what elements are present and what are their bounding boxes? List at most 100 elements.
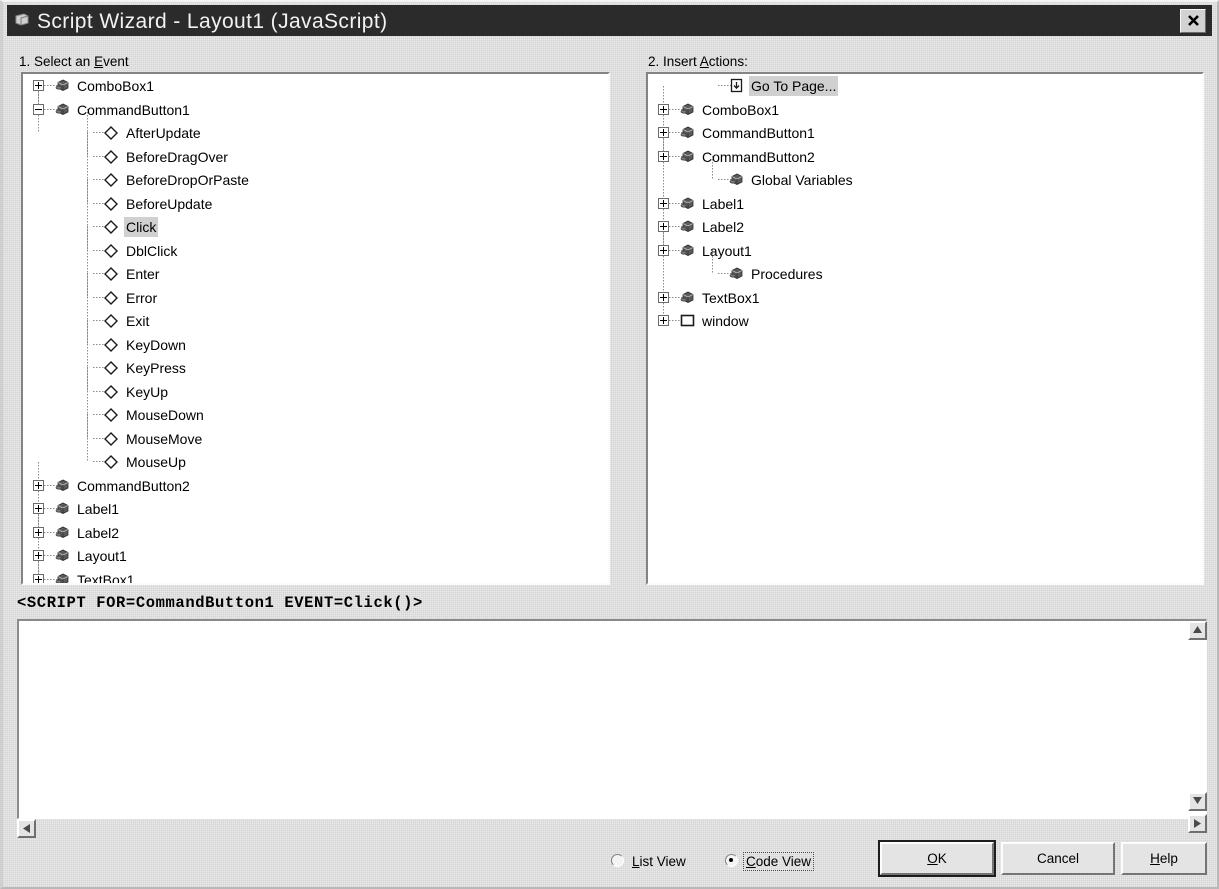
radio-list-view-indicator[interactable] [611, 854, 624, 867]
tree-row[interactable]: Label1 [648, 192, 1202, 216]
tree-item-label[interactable]: AfterUpdate [124, 123, 203, 143]
tree-item-label[interactable]: BeforeDropOrPaste [124, 170, 251, 190]
tree-item-label[interactable]: Layout1 [700, 241, 754, 261]
expand-icon[interactable] [33, 80, 44, 91]
tree-item-label[interactable]: MouseDown [124, 405, 206, 425]
scroll-left-icon[interactable] [17, 819, 36, 838]
tree-row[interactable]: KeyPress [23, 356, 608, 380]
expand-icon[interactable] [658, 315, 669, 326]
code-editor[interactable] [17, 619, 1207, 819]
tree-row[interactable]: Exit [23, 309, 608, 333]
tree-item-label[interactable]: DblClick [124, 241, 179, 261]
scroll-right-icon[interactable] [1188, 814, 1207, 833]
expand-icon[interactable] [658, 150, 669, 162]
expand-icon[interactable] [658, 221, 669, 232]
tree-item-label[interactable]: CommandButton2 [700, 147, 817, 167]
tree-item-label[interactable]: Error [124, 288, 159, 308]
tree-item-label[interactable]: Layout1 [75, 546, 129, 566]
expand-icon[interactable] [658, 103, 669, 115]
scroll-up-icon[interactable] [1188, 621, 1207, 640]
tree-row[interactable]: Label2 [23, 521, 608, 545]
close-icon[interactable] [1180, 9, 1206, 33]
tree-row[interactable]: BeforeDragOver [23, 145, 608, 169]
tree-row[interactable]: BeforeDropOrPaste [23, 168, 608, 192]
tree-row[interactable]: AfterUpdate [23, 121, 608, 145]
tree-row[interactable]: MouseUp [23, 450, 608, 474]
tree-row[interactable]: TextBox1 [23, 568, 608, 584]
ok-button[interactable]: OK [878, 840, 996, 877]
tree-item-label[interactable]: Exit [124, 311, 151, 331]
tree-row[interactable]: TextBox1 [648, 286, 1202, 310]
tree-item-label[interactable]: KeyUp [124, 382, 170, 402]
expand-icon[interactable] [33, 479, 44, 491]
expand-icon[interactable] [658, 127, 669, 138]
tree-item-label[interactable]: MouseUp [124, 452, 188, 472]
tree-item-label[interactable]: window [700, 311, 751, 331]
tree-item-label[interactable]: Label2 [75, 523, 121, 543]
cancel-button-label: ancel [1046, 851, 1080, 866]
tree-item-label[interactable]: Go To Page... [749, 76, 839, 96]
tree-item-label[interactable]: KeyDown [124, 335, 188, 355]
tree-row[interactable]: BeforeUpdate [23, 192, 608, 216]
tree-row[interactable]: window [648, 309, 1202, 333]
tree-row[interactable]: CommandButton1 [648, 121, 1202, 145]
tree-item-label[interactable]: CommandButton1 [700, 123, 817, 143]
tree-item-label[interactable]: CommandButton2 [75, 476, 192, 496]
tree-item-label[interactable]: Label1 [700, 194, 746, 214]
expand-icon[interactable] [658, 244, 669, 256]
tree-row[interactable]: ComboBox1 [23, 74, 608, 98]
scroll-down-icon[interactable] [1188, 792, 1207, 811]
radio-code-view-indicator[interactable] [725, 854, 738, 867]
tree-item-label[interactable]: ComboBox1 [75, 76, 156, 96]
tree-item-label[interactable]: Click [124, 217, 159, 237]
cancel-button[interactable]: Cancel [1001, 842, 1115, 875]
expand-icon[interactable] [33, 526, 44, 538]
tree-row[interactable]: CommandButton2 [23, 474, 608, 498]
tree-row[interactable]: Layout1 [23, 544, 608, 568]
tree-row[interactable]: KeyUp [23, 380, 608, 404]
tree-item-label[interactable]: TextBox1 [700, 288, 762, 308]
expand-icon[interactable] [33, 573, 44, 583]
event-icon [104, 267, 118, 281]
help-button[interactable]: Help [1121, 842, 1207, 875]
event-icon [104, 173, 118, 187]
expand-icon[interactable] [658, 197, 669, 209]
expand-icon[interactable] [658, 291, 669, 303]
tree-row[interactable]: ComboBox1 [648, 98, 1202, 122]
tree-item-label[interactable]: MouseMove [124, 429, 204, 449]
tree-row[interactable]: MouseDown [23, 403, 608, 427]
tree-item-label[interactable]: ComboBox1 [700, 100, 781, 120]
tree-item-label[interactable]: Label2 [700, 217, 746, 237]
events-tree[interactable]: ComboBox1 CommandButton1 AfterUpdate Before… [21, 72, 610, 585]
radio-code-view-suffix: ode View [755, 854, 812, 869]
tree-row[interactable]: MouseMove [23, 427, 608, 451]
tree-row[interactable]: CommandButton1 [23, 98, 608, 122]
tree-row[interactable]: Global Variables [648, 168, 1202, 192]
tree-item-label[interactable]: Enter [124, 264, 161, 284]
tree-item-label[interactable]: Label1 [75, 499, 121, 519]
tree-row[interactable]: Label2 [648, 215, 1202, 239]
collapse-icon[interactable] [33, 103, 44, 115]
expand-icon[interactable] [33, 503, 44, 514]
tree-row[interactable]: KeyDown [23, 333, 608, 357]
tree-item-label[interactable]: Procedures [749, 264, 825, 284]
tree-item-label[interactable]: BeforeUpdate [124, 194, 214, 214]
tree-item-label[interactable]: BeforeDragOver [124, 147, 230, 167]
expand-icon[interactable] [33, 550, 44, 561]
tree-item-label[interactable]: CommandButton1 [75, 100, 192, 120]
tree-item-label[interactable]: KeyPress [124, 358, 188, 378]
tree-row[interactable]: Layout1 [648, 239, 1202, 263]
object-icon [55, 501, 70, 516]
tree-item-label[interactable]: Global Variables [749, 170, 855, 190]
tree-row[interactable]: Procedures [648, 262, 1202, 286]
tree-row[interactable]: DblClick [23, 239, 608, 263]
title-bar[interactable]: Script Wizard - Layout1 (JavaScript) [7, 5, 1212, 36]
tree-row[interactable]: Error [23, 286, 608, 310]
tree-row[interactable]: Click [23, 215, 608, 239]
tree-row[interactable]: Label1 [23, 497, 608, 521]
actions-tree[interactable]: Go To Page... ComboBox1 CommandButton1 Comm… [646, 72, 1204, 585]
tree-row[interactable]: Enter [23, 262, 608, 286]
tree-row[interactable]: Go To Page... [648, 74, 1202, 98]
tree-row[interactable]: CommandButton2 [648, 145, 1202, 169]
tree-item-label[interactable]: TextBox1 [75, 570, 137, 584]
